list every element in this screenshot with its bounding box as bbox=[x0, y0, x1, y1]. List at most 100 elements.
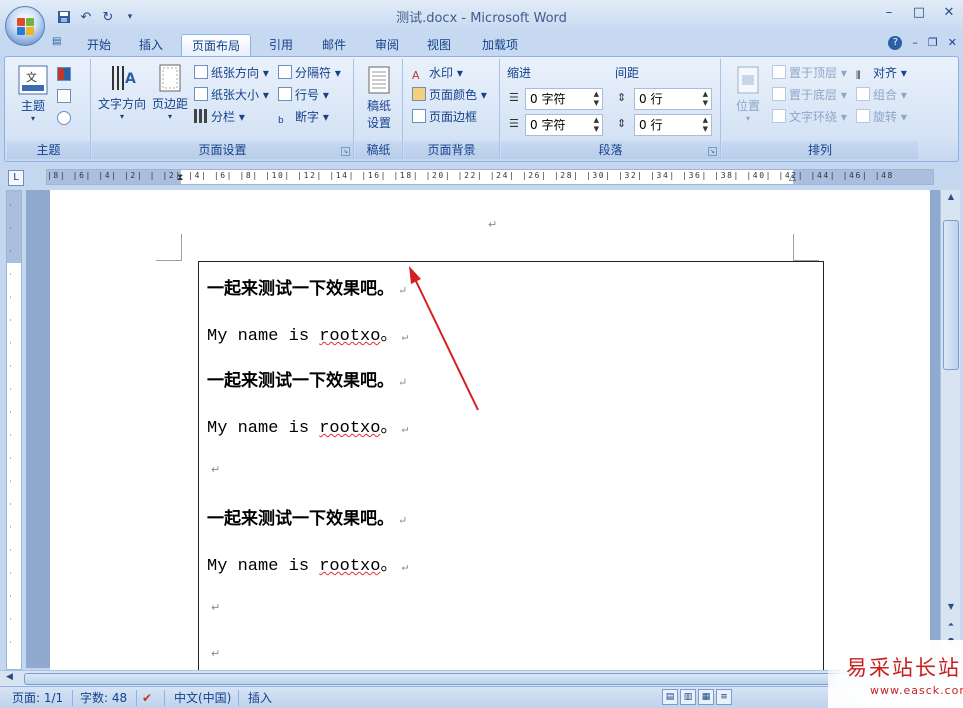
size-button[interactable]: 纸张大小 ▾ bbox=[194, 85, 269, 105]
close-icon[interactable]: ✕ bbox=[941, 5, 957, 21]
indent-marker-icon[interactable]: ⧗ bbox=[177, 173, 183, 183]
indent-left-spinner[interactable]: 0 字符 ▲ ▼ bbox=[525, 88, 603, 110]
prev-page-icon[interactable]: ⏶ bbox=[943, 618, 959, 632]
horizontal-ruler[interactable]: |8| |6| |4| |2| | |2| |4| |6| |8| |10| |… bbox=[46, 169, 934, 185]
tab-references[interactable]: 引用 bbox=[260, 34, 302, 56]
bring-front-icon bbox=[772, 65, 786, 79]
horizontal-scrollbar[interactable]: ◀ bbox=[0, 670, 940, 686]
status-language[interactable]: 中文(中国) bbox=[174, 690, 231, 706]
text-direction-button[interactable]: A 文字方向 ▾ bbox=[96, 63, 148, 121]
theme-effects-button[interactable] bbox=[57, 109, 74, 129]
scroll-down-icon[interactable]: ▼ bbox=[943, 600, 959, 614]
tab-review[interactable]: 审阅 bbox=[366, 34, 408, 56]
spelling-error-word[interactable]: rootxo bbox=[319, 327, 380, 346]
spinner-arrows-icon[interactable]: ▲ ▼ bbox=[703, 116, 708, 134]
align-button[interactable]: ⫴ 对齐 ▾ bbox=[856, 63, 907, 83]
vruler-tick: · bbox=[7, 387, 16, 391]
indent-heading: 缩进 bbox=[507, 66, 532, 80]
status-word-count[interactable]: 字数: 48 bbox=[80, 690, 127, 706]
vruler-tick: · bbox=[7, 456, 16, 460]
columns-button[interactable]: 分栏 ▾ bbox=[194, 107, 245, 127]
margins-button[interactable]: 页边距 ▾ bbox=[150, 63, 190, 121]
doc-close-icon[interactable]: ✕ bbox=[948, 36, 957, 50]
spacing-before-spinner[interactable]: 0 行 ▲ ▼ bbox=[634, 88, 712, 110]
page-setup-launcher-icon[interactable]: ↘ bbox=[341, 147, 350, 156]
doc-minimize-icon[interactable]: – bbox=[912, 36, 918, 50]
bring-to-front-button[interactable]: 置于顶层 ▾ bbox=[772, 63, 847, 83]
indent-right-spinner[interactable]: 0 字符 ▲ ▼ bbox=[525, 114, 603, 136]
spinner-arrows-icon[interactable]: ▲ ▼ bbox=[594, 116, 599, 134]
paragraph-english: My name is rootxo。 ↵ bbox=[207, 320, 408, 346]
vruler-tick: · bbox=[7, 525, 16, 529]
theme-colors-button[interactable] bbox=[57, 65, 74, 85]
vruler-tick: · bbox=[7, 640, 16, 644]
paragraph-english: My name is rootxo。 ↵ bbox=[207, 550, 408, 576]
proofing-icon[interactable]: ✔ bbox=[142, 690, 152, 706]
spinner-arrows-icon[interactable]: ▲ ▼ bbox=[703, 90, 708, 108]
text-wrapping-button[interactable]: 文字环绕 ▾ bbox=[772, 107, 847, 127]
paragraph-mark: ↵ bbox=[211, 463, 221, 476]
orientation-button[interactable]: 纸张方向 ▾ bbox=[194, 63, 269, 83]
horizontal-scroll-thumb[interactable] bbox=[24, 673, 914, 685]
paragraph-mark: ↵ bbox=[398, 376, 408, 389]
vruler-tick: · bbox=[7, 203, 16, 207]
spelling-error-word[interactable]: rootxo bbox=[319, 419, 380, 438]
group-paragraph: 缩进 间距 ☰ 0 字符 ▲ ▼ ☰ 0 字符 ▲ ▼ ⇕ 0 行 ▲ ▼ ⇕ 0 行 ▲ ▼ … bbox=[501, 59, 721, 159]
tab-page-layout[interactable]: 页面布局 bbox=[181, 34, 251, 56]
paragraph-text: 。 bbox=[380, 419, 398, 438]
maximize-icon[interactable]: □ bbox=[911, 5, 927, 21]
line-numbers-button[interactable]: 行号 ▾ bbox=[278, 85, 329, 105]
window-controls: – □ ✕ bbox=[881, 5, 957, 21]
paragraph-launcher-icon[interactable]: ↘ bbox=[708, 147, 717, 156]
position-button[interactable]: 位置 ▾ bbox=[728, 65, 768, 123]
spacing-after-spinner[interactable]: 0 行 ▲ ▼ bbox=[634, 114, 712, 136]
status-page[interactable]: 页面: 1/1 bbox=[12, 690, 63, 706]
outline-icon[interactable]: ≡ bbox=[716, 689, 732, 705]
rotate-button[interactable]: 旋转 ▾ bbox=[856, 107, 907, 127]
size-icon bbox=[194, 87, 208, 101]
hyphenation-button[interactable]: b 断字 ▾ bbox=[278, 107, 329, 127]
spacing-before-value: 0 行 bbox=[639, 92, 663, 106]
page-color-button[interactable]: 页面颜色 ▾ bbox=[412, 85, 487, 105]
spelling-error-word[interactable]: rootxo bbox=[319, 557, 380, 576]
help-icon[interactable]: ? bbox=[888, 36, 903, 50]
tab-mailings[interactable]: 邮件 bbox=[313, 34, 355, 56]
margins-icon bbox=[159, 64, 181, 92]
vertical-scrollbar[interactable]: ▲ ▼ ⏶ ● bbox=[940, 190, 960, 668]
vertical-scroll-thumb[interactable] bbox=[943, 220, 959, 370]
vruler-tick: · bbox=[7, 571, 16, 575]
print-layout-icon[interactable]: ▤ bbox=[662, 689, 678, 705]
tab-selector-icon[interactable]: L bbox=[8, 170, 24, 186]
minimize-icon[interactable]: – bbox=[881, 5, 897, 21]
right-indent-marker-icon[interactable]: △ bbox=[789, 173, 796, 183]
manuscript-settings-button[interactable]: 稿纸 设置 bbox=[359, 65, 399, 131]
doc-restore-icon[interactable]: ❐ bbox=[928, 36, 938, 50]
watermark-button[interactable]: A 水印 ▾ bbox=[412, 63, 463, 83]
scroll-left-icon[interactable]: ◀ bbox=[6, 672, 13, 682]
page[interactable]: ↵ 一起来测试一下效果吧。 ↵ My name is rootxo。 ↵ 一起来测试一下… bbox=[50, 190, 930, 681]
group-label-page-setup: 页面设置 bbox=[92, 141, 353, 159]
text-frame[interactable]: 一起来测试一下效果吧。 ↵ My name is rootxo。 ↵ 一起来测试一下效果… bbox=[198, 261, 824, 681]
theme-fonts-button[interactable] bbox=[57, 87, 74, 107]
paragraph-text: 。 bbox=[380, 557, 398, 576]
vertical-ruler[interactable]: · · · · · · · · · · · · · · · · · · · · bbox=[6, 190, 22, 670]
page-borders-button[interactable]: 页面边框 bbox=[412, 107, 477, 127]
tab-insert[interactable]: 插入 bbox=[130, 34, 172, 56]
text-wrap-icon bbox=[772, 109, 786, 123]
themes-button[interactable]: 文 主题 ▾ bbox=[13, 65, 53, 123]
fonts-icon bbox=[57, 89, 71, 103]
send-to-back-button[interactable]: 置于底层 ▾ bbox=[772, 85, 847, 105]
tab-addins[interactable]: 加载项 bbox=[474, 34, 526, 56]
office-button[interactable] bbox=[5, 6, 45, 46]
spacing-heading: 间距 bbox=[615, 66, 640, 80]
status-insert-mode[interactable]: 插入 bbox=[248, 690, 272, 706]
breaks-button[interactable]: 分隔符 ▾ bbox=[278, 63, 341, 83]
scroll-up-icon[interactable]: ▲ bbox=[943, 190, 959, 204]
full-screen-reading-icon[interactable]: ▥ bbox=[680, 689, 696, 705]
group-objects-button[interactable]: 组合 ▾ bbox=[856, 85, 907, 105]
spinner-arrows-icon[interactable]: ▲ ▼ bbox=[594, 90, 599, 108]
group-label-page-background: 页面背景 bbox=[404, 141, 499, 159]
web-layout-icon[interactable]: ▦ bbox=[698, 689, 714, 705]
tab-view[interactable]: 视图 bbox=[418, 34, 460, 56]
tab-home[interactable]: 开始 bbox=[78, 34, 120, 56]
